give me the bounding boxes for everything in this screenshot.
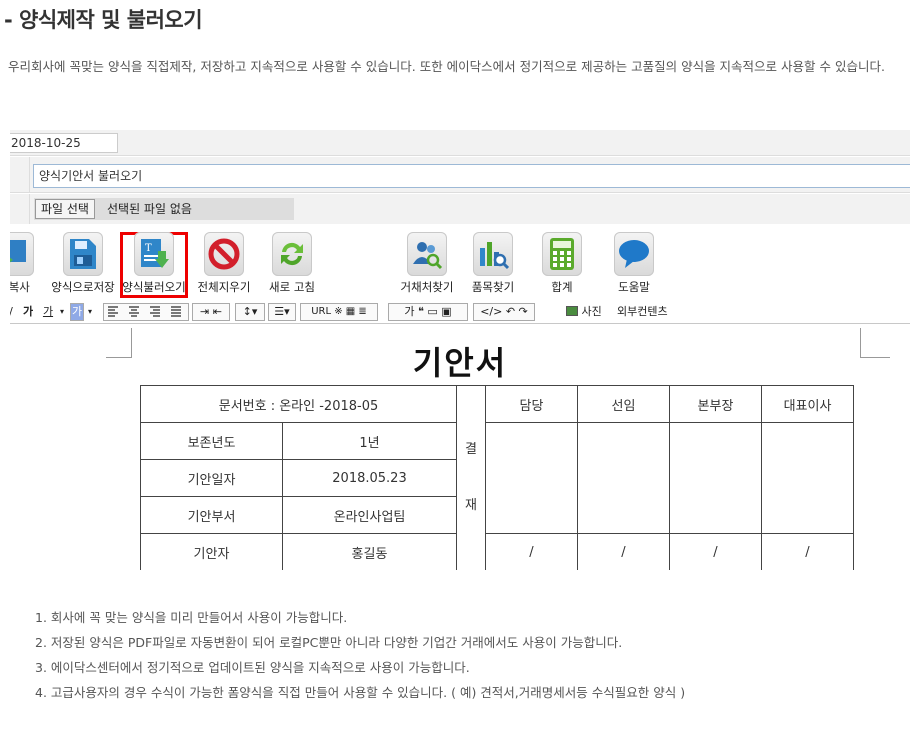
date-slash: / (485, 533, 578, 570)
form-toolbar: 서복사 양식으로저장 T 양식불러오기 전체지우기 새로 고침 (10, 230, 910, 300)
file-select-button[interactable]: 파일 선택 (35, 199, 95, 219)
load-form-icon: T (134, 232, 174, 276)
tool-label: 도움말 (618, 280, 650, 294)
photo-label: 사진 (581, 305, 602, 318)
approval-label: 재 (465, 498, 477, 514)
clear-all-button[interactable]: 전체지우기 (188, 230, 260, 298)
doc-number-cell: 문서번호 : 온라인 -2018-05 (140, 385, 457, 423)
date-slash: / (669, 533, 762, 570)
line-height-button[interactable]: ↕▾ (235, 303, 265, 321)
highlight-button[interactable]: 가 (70, 303, 84, 321)
tool-label: 거채처찾기 (400, 280, 454, 294)
url-label: URL (311, 306, 332, 317)
row-label: 기안자 (140, 533, 283, 570)
tool-label: 품목찾기 (471, 280, 515, 294)
row-value: 2018.05.23 (282, 459, 457, 497)
refresh-icon (272, 232, 312, 276)
approval-label-cell: 결재 (456, 385, 486, 570)
style-group[interactable]: 가 ❝ ▭ ▣ (388, 303, 468, 321)
row-value: 온라인사업팀 (282, 496, 457, 534)
list-item: 2. 저장된 양식은 PDF파일로 자동변환이 되어 로컬PC뿐만 아니라 다양… (35, 635, 623, 650)
undo-group[interactable]: </> ↶ ↷ (473, 303, 535, 321)
list-button[interactable]: ☰▾ (268, 303, 296, 321)
approval-label: 결 (465, 442, 477, 458)
client-search-icon (407, 232, 447, 276)
intro-text: 우리회사에 꼭맞는 양식을 직접제작, 저장하고 지속적으로 사용할 수 있습니… (8, 59, 885, 74)
approval-form-table: 문서번호 : 온라인 -2018-05 결재 담당 선임 본부장 대표이사 보존… (140, 385, 854, 570)
copy-button[interactable]: 서복사 (10, 230, 50, 298)
help-button[interactable]: 도움말 (598, 230, 670, 298)
chevron-down-icon[interactable]: ▾ (85, 303, 95, 321)
row-value: 1년 (282, 422, 457, 460)
date-field[interactable]: 2018-10-25 (10, 133, 118, 153)
page-heading: - 양식제작 및 불러오기 (4, 8, 203, 32)
external-content-button[interactable]: 외부컨텐츠 (616, 303, 676, 321)
photo-icon (566, 306, 578, 316)
list-item: 3. 에이닥스센터에서 정기적으로 업데이트된 양식을 지속적으로 사용이 가능… (35, 660, 470, 675)
row-gutter (10, 157, 30, 192)
align-group (103, 303, 189, 321)
chevron-down-icon[interactable]: ▾ (57, 303, 67, 321)
photo-button[interactable]: 사진 (565, 303, 607, 321)
underline-button[interactable]: 가 (40, 303, 56, 321)
file-status: 선택된 파일 없음 (107, 202, 192, 216)
tool-label: 전체지우기 (197, 280, 251, 294)
title-input[interactable]: 양식기안서 불러오기 (33, 164, 910, 188)
document-title: 기안서 (412, 344, 508, 382)
tool-label: 양식으로저장 (51, 280, 115, 294)
bold-button[interactable]: 가 (20, 303, 36, 321)
indent-group[interactable]: ⇥ ⇤ (192, 303, 230, 321)
editor-screenshot: 2018-10-25 양식기안서 불러오기 파일 선택 선택된 파일 없음 서복… (10, 130, 910, 570)
item-search-button[interactable]: 품목찾기 (457, 230, 529, 298)
tool-label: 서복사 (10, 280, 30, 294)
document-canvas[interactable]: 기안서 문서번호 : 온라인 -2018-05 결재 담당 선임 본부장 대표이… (10, 326, 910, 570)
row-label: 기안일자 (140, 459, 283, 497)
list-item: 1. 회사에 꼭 맞는 양식을 미리 만들어서 사용이 가능합니다. (35, 610, 348, 625)
client-search-button[interactable]: 거채처찾기 (387, 230, 467, 298)
tool-label: 새로 고침 (269, 280, 315, 294)
date-slash: / (577, 533, 670, 570)
approver-header: 대표이사 (761, 385, 854, 423)
insert-group[interactable]: URL ※ ▦ ≣ (300, 303, 378, 321)
sum-button[interactable]: 합계 (526, 230, 598, 298)
list-item: 4. 고급사용자의 경우 수식이 가능한 폼양식을 직접 만들어 사용할 수 있… (35, 685, 686, 700)
copy-icon (10, 232, 34, 276)
signature-cell (577, 422, 670, 534)
refresh-button[interactable]: 새로 고침 (256, 230, 328, 298)
align-icons[interactable] (104, 304, 188, 318)
italic-button[interactable]: / (10, 303, 16, 321)
format-toolbar: / 가 가 ▾ 가 ▾ ⇥ ⇤ ↕▾ ☰▾ URL ※ ▦ ≣ 가 ❝ ▭ ▣ … (10, 300, 910, 324)
approver-header: 담당 (485, 385, 578, 423)
save-form-icon (63, 232, 103, 276)
row-label: 기안부서 (140, 496, 283, 534)
date-row: 2018-10-25 (10, 130, 910, 156)
signature-cell (669, 422, 762, 534)
special-char-label: ※ (334, 306, 343, 317)
load-form-button[interactable]: T 양식불러오기 (120, 232, 188, 298)
save-form-button[interactable]: 양식으로저장 (47, 230, 119, 298)
date-slash: / (761, 533, 854, 570)
approver-header: 선임 (577, 385, 670, 423)
calculator-icon (542, 232, 582, 276)
svg-text:T: T (145, 243, 152, 254)
signature-cell (485, 422, 578, 534)
tool-label: 합계 (551, 280, 573, 294)
file-picker: 파일 선택 선택된 파일 없음 (34, 198, 294, 220)
clear-all-icon (204, 232, 244, 276)
row-label: 보존년도 (140, 422, 283, 460)
signature-cell (761, 422, 854, 534)
title-row: 양식기안서 불러오기 (10, 157, 910, 193)
approver-header: 본부장 (669, 385, 762, 423)
row-value: 홍길동 (282, 533, 457, 570)
feature-notes: 1. 회사에 꼭 맞는 양식을 미리 만들어서 사용이 가능합니다. 2. 저장… (35, 605, 685, 705)
tool-label: 양식불러오기 (122, 280, 186, 294)
row-gutter (10, 194, 30, 224)
file-row: 파일 선택 선택된 파일 없음 (10, 194, 910, 224)
item-search-icon (473, 232, 513, 276)
help-icon (614, 232, 654, 276)
